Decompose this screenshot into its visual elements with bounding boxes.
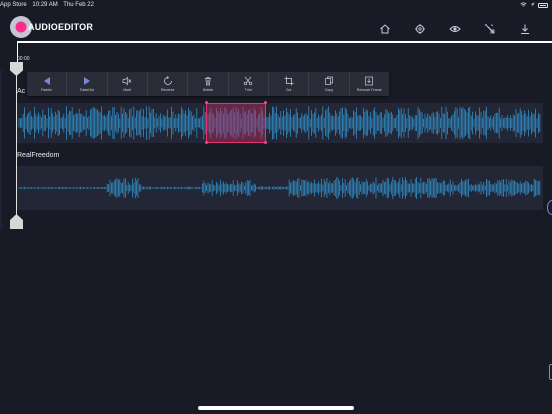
track-label-1: Ac xyxy=(17,88,26,95)
reverse-icon xyxy=(163,76,172,85)
edit-context-menu: FadeIn FadeOut Mute Reverse Delete Trim … xyxy=(27,72,389,96)
remove-frame-icon xyxy=(365,76,374,86)
trim-button[interactable]: Trim xyxy=(229,72,269,96)
download-icon xyxy=(521,24,529,34)
status-bar: App Store 10:29 AM Thu Feb 22 xyxy=(0,0,552,12)
selection-handle-top-right[interactable] xyxy=(264,101,267,104)
playhead-line xyxy=(16,68,17,218)
preview-button[interactable] xyxy=(446,20,464,38)
battery-icon xyxy=(538,3,548,8)
fade-out-icon xyxy=(83,77,90,85)
magic-wand-icon xyxy=(485,24,495,34)
export-button[interactable] xyxy=(516,20,534,38)
effects-button[interactable] xyxy=(481,20,499,38)
home-indicator xyxy=(198,406,354,410)
audio-track-2[interactable] xyxy=(17,166,543,210)
trash-icon xyxy=(204,77,211,86)
selection-region[interactable] xyxy=(206,103,266,143)
delete-button[interactable]: Delete xyxy=(188,72,229,96)
fade-out-button[interactable]: FadeOut xyxy=(67,72,108,96)
scissors-icon xyxy=(244,76,253,86)
wifi-icon xyxy=(520,2,527,9)
copy-icon xyxy=(325,76,333,85)
top-toolbar xyxy=(376,20,534,38)
copy-button[interactable]: Copy xyxy=(309,72,350,96)
mute-button[interactable]: Mute xyxy=(108,72,148,96)
date-label: Thu Feb 22 xyxy=(63,2,94,8)
waveform-track-1 xyxy=(18,106,541,140)
waveform-track-2 xyxy=(18,176,541,200)
settings-icon xyxy=(415,24,425,34)
crop-icon xyxy=(284,76,294,86)
timeline-ruler xyxy=(17,41,552,43)
time-label: 10:29 AM xyxy=(32,2,58,8)
track-label-2: RealFreedom xyxy=(17,152,60,159)
left-edge xyxy=(0,70,2,230)
playhead-handle-bottom[interactable] xyxy=(10,214,23,229)
selection-handle-bottom-right[interactable] xyxy=(264,141,267,144)
fade-in-icon xyxy=(43,77,50,85)
carrier-label: App Store xyxy=(0,2,27,8)
eye-icon xyxy=(449,26,461,32)
reverse-button[interactable]: Reverse xyxy=(148,72,189,96)
playhead-handle-top[interactable] xyxy=(10,62,23,76)
logo-text: AUDIOEDITOR xyxy=(28,22,94,32)
home-button[interactable] xyxy=(376,20,394,38)
timeline-time-label: 00:00 xyxy=(17,56,30,62)
selection-handle-top-left[interactable] xyxy=(205,101,208,104)
settings-button[interactable] xyxy=(411,20,429,38)
selection-handle-bottom-left[interactable] xyxy=(205,141,208,144)
remove-frame-button[interactable]: Remove Frame xyxy=(350,72,389,96)
audio-track-1[interactable] xyxy=(17,103,543,143)
location-icon xyxy=(530,2,535,9)
mute-icon xyxy=(122,76,132,86)
side-scroll-handle[interactable] xyxy=(547,200,552,215)
app-logo: AUDIOEDITOR xyxy=(10,16,93,38)
cut-button[interactable]: Cut xyxy=(269,72,310,96)
home-icon xyxy=(380,24,390,34)
fade-in-button[interactable]: FadeIn xyxy=(27,72,68,96)
